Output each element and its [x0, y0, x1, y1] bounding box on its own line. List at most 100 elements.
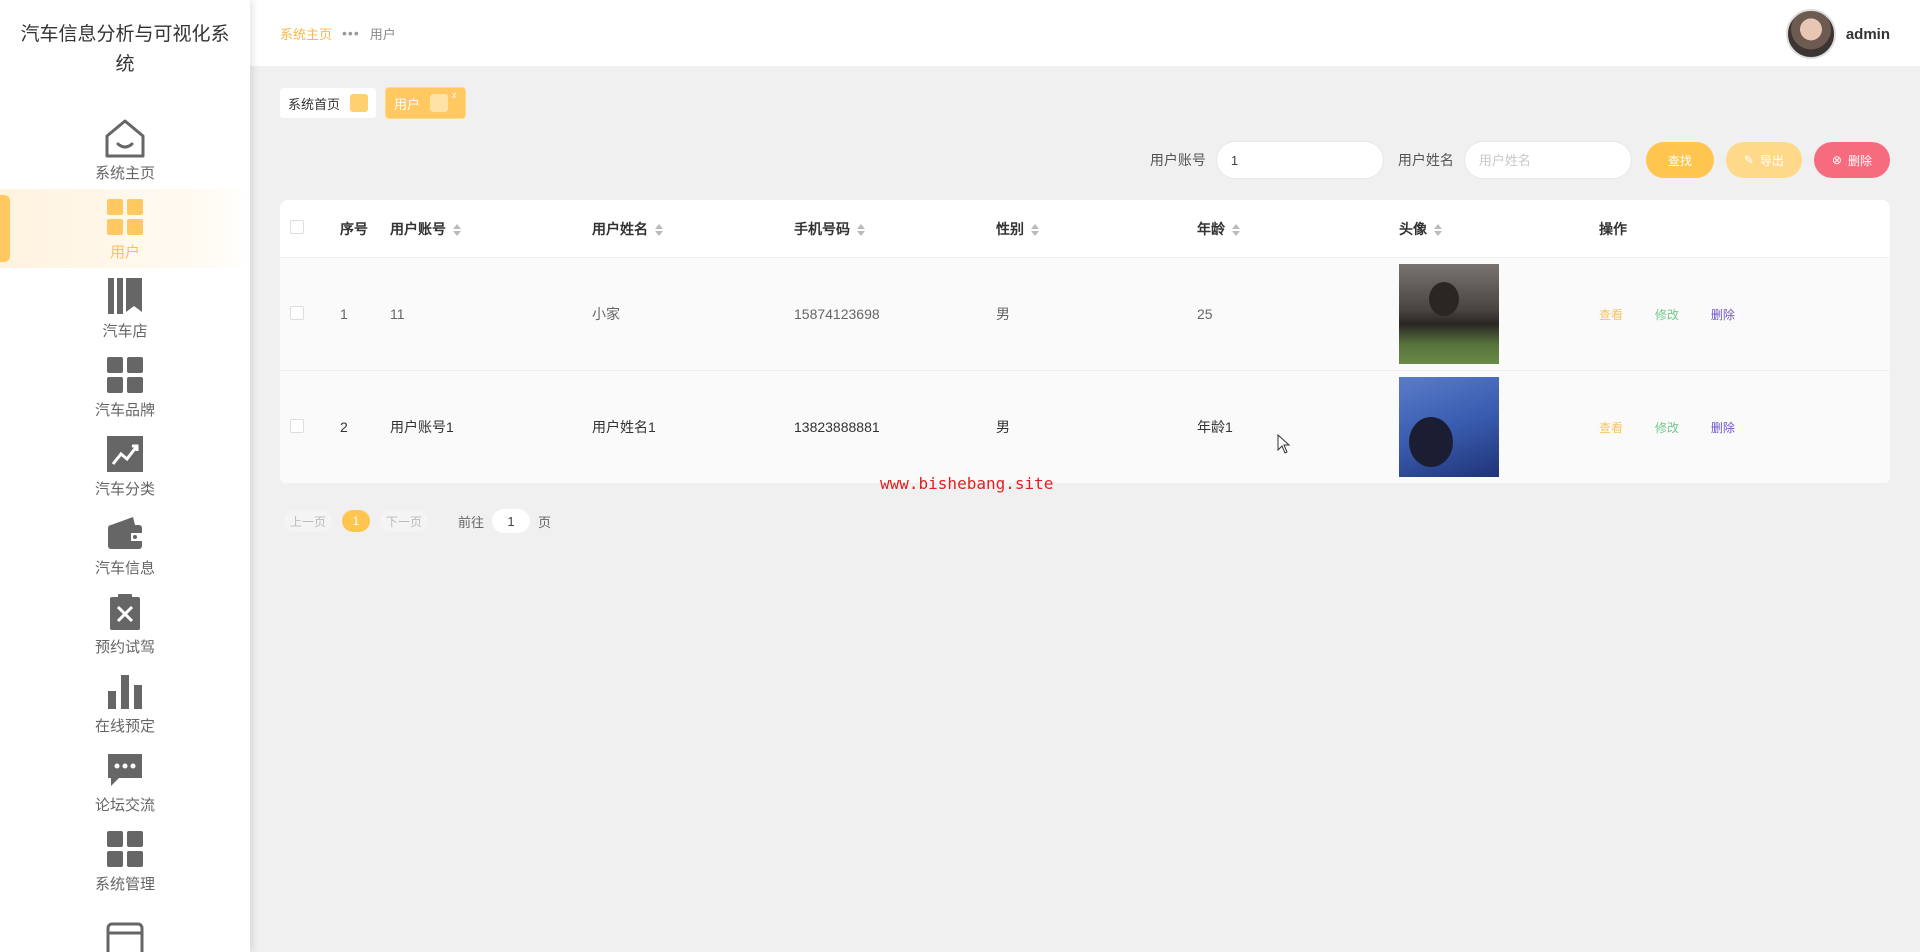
- user-photo[interactable]: [1399, 377, 1499, 477]
- header-sex[interactable]: 性别: [996, 219, 1197, 239]
- grid-icon: [103, 353, 147, 397]
- header-actions: 操作: [1599, 220, 1627, 237]
- breadcrumb-separator: •••: [342, 25, 360, 41]
- tab-user[interactable]: 用户 x: [386, 88, 465, 118]
- page-number-button[interactable]: 1: [342, 510, 371, 532]
- user-menu[interactable]: admin: [1785, 9, 1890, 59]
- find-button-label: 查找: [1667, 153, 1692, 168]
- avatar[interactable]: [1785, 9, 1836, 59]
- sort-icon[interactable]: [453, 223, 461, 236]
- watermark: www.bishebang.site: [880, 474, 1054, 493]
- page-jumper: 前往 页: [458, 509, 551, 533]
- sort-icon[interactable]: [857, 223, 865, 236]
- cell-sex: 男: [996, 306, 1010, 322]
- header-name[interactable]: 用户姓名: [592, 219, 794, 239]
- cell-age: 25: [1197, 306, 1213, 322]
- sidebar-item-user[interactable]: 用户: [0, 189, 250, 268]
- select-all-checkbox[interactable]: [290, 220, 304, 234]
- goto-prefix: 前往: [458, 514, 485, 530]
- header-account[interactable]: 用户账号: [390, 219, 592, 239]
- sidebar-item-forum[interactable]: 论坛交流: [0, 742, 250, 821]
- cell-account: 11: [390, 306, 405, 322]
- row-actions: 查看 修改 删除: [1599, 306, 1890, 323]
- sidebar-item-label: 汽车品牌: [94, 402, 155, 419]
- bookmark-icon: [103, 274, 147, 318]
- close-icon[interactable]: x: [452, 90, 457, 100]
- sort-icon[interactable]: [1232, 223, 1240, 236]
- header-phone[interactable]: 手机号码: [794, 219, 996, 239]
- table-row: 2 用户账号1 用户姓名1 13823888881 男 年龄1 查看 修改 删除: [280, 371, 1890, 484]
- circle-x-icon: ⊗: [1831, 153, 1842, 167]
- tab-icon: [350, 94, 369, 112]
- user-photo[interactable]: [1399, 264, 1499, 364]
- sidebar-item-label: 汽车分类: [94, 481, 155, 498]
- app-title: 汽车信息分析与可视化系统: [20, 24, 230, 75]
- row-checkbox[interactable]: [290, 305, 304, 320]
- batch-delete-button[interactable]: ⊗ 删除: [1813, 142, 1890, 178]
- name-label: 用户姓名: [1397, 152, 1454, 168]
- sidebar-item-label: 汽车信息: [94, 560, 155, 577]
- account-label: 用户账号: [1149, 152, 1206, 168]
- sidebar-item-car-category[interactable]: 汽车分类: [0, 426, 250, 505]
- header-avatar[interactable]: 头像: [1399, 219, 1599, 239]
- find-button[interactable]: 查找: [1645, 142, 1714, 178]
- sidebar-item-online-booking[interactable]: 在线预定: [0, 663, 250, 742]
- cell-name: 小家: [592, 306, 620, 322]
- cell-name: 用户姓名1: [592, 419, 656, 435]
- tab-icon: [430, 94, 449, 112]
- export-button[interactable]: ✎ 导出: [1725, 142, 1802, 178]
- pen-icon: ✎: [1743, 153, 1754, 167]
- sidebar-item-car-shop[interactable]: 汽车店: [0, 268, 250, 347]
- table-row: 1 11 小家 15874123698 男 25 查看 修改 删除: [280, 258, 1890, 371]
- sort-icon[interactable]: [1434, 223, 1442, 236]
- user-table: 序号 用户账号 用户姓名 手机号码 性别 年龄 头像 操作 1 11 小家 15…: [280, 200, 1890, 484]
- sidebar: 汽车信息分析与可视化系统 系统主页 用户 汽车店 汽车品牌 汽车分类 汽车信息 …: [0, 0, 250, 952]
- sort-icon[interactable]: [1031, 223, 1039, 236]
- cell-sex: 男: [996, 419, 1010, 435]
- row-checkbox[interactable]: [290, 418, 304, 433]
- wallet-icon: [103, 511, 147, 555]
- header-age[interactable]: 年龄: [1197, 219, 1399, 239]
- goto-page-input[interactable]: [492, 509, 531, 533]
- chat-icon: [103, 748, 147, 792]
- prev-page-button[interactable]: 上一页: [284, 510, 333, 532]
- delete-link[interactable]: 删除: [1711, 421, 1735, 435]
- clipboard-x-icon: [103, 590, 147, 634]
- grid-icon: [103, 827, 147, 871]
- row-actions: 查看 修改 删除: [1599, 419, 1890, 436]
- sidebar-item-test-drive[interactable]: 预约试驾: [0, 584, 250, 663]
- sort-icon[interactable]: [655, 223, 663, 236]
- cell-account: 用户账号1: [390, 419, 454, 435]
- cell-phone: 15874123698: [794, 306, 880, 322]
- sidebar-item-label: 系统主页: [94, 165, 155, 182]
- table-header: 序号 用户账号 用户姓名 手机号码 性别 年龄 头像 操作: [280, 200, 1890, 258]
- name-search-input[interactable]: [1463, 141, 1632, 179]
- breadcrumb-home-link[interactable]: 系统主页: [280, 24, 332, 43]
- sidebar-item-car-info[interactable]: 汽车信息: [0, 505, 250, 584]
- edit-link[interactable]: 修改: [1655, 421, 1679, 435]
- view-link[interactable]: 查看: [1599, 308, 1623, 322]
- sidebar-item-car-brand[interactable]: 汽车品牌: [0, 347, 250, 426]
- sidebar-item-label: 汽车店: [102, 323, 148, 340]
- sidebar-item-more[interactable]: [0, 900, 250, 952]
- cell-no: 1: [340, 306, 348, 322]
- chart-trend-icon: [103, 432, 147, 476]
- tab-label: 用户: [394, 96, 421, 112]
- delete-link[interactable]: 删除: [1711, 308, 1735, 322]
- grid-icon: [103, 195, 147, 239]
- sidebar-item-label: 用户: [109, 244, 140, 261]
- sidebar-item-system[interactable]: 系统管理: [0, 821, 250, 900]
- tab-home[interactable]: 系统首页: [280, 88, 377, 118]
- sidebar-item-home[interactable]: 系统主页: [0, 110, 250, 189]
- user-name[interactable]: admin: [1846, 26, 1890, 43]
- home-icon: [103, 116, 147, 160]
- view-link[interactable]: 查看: [1599, 421, 1623, 435]
- sidebar-nav: 系统主页 用户 汽车店 汽车品牌 汽车分类 汽车信息 预约试驾 在线预定 论坛交…: [0, 110, 250, 952]
- account-search-input[interactable]: [1215, 141, 1384, 179]
- next-page-button[interactable]: 下一页: [380, 510, 429, 532]
- topbar: 系统主页 ••• 用户 admin: [250, 0, 1920, 66]
- window-icon: [103, 918, 147, 952]
- bar-chart-icon: [103, 669, 147, 713]
- tab-strip: 系统首页 用户 x: [280, 88, 475, 118]
- edit-link[interactable]: 修改: [1655, 308, 1679, 322]
